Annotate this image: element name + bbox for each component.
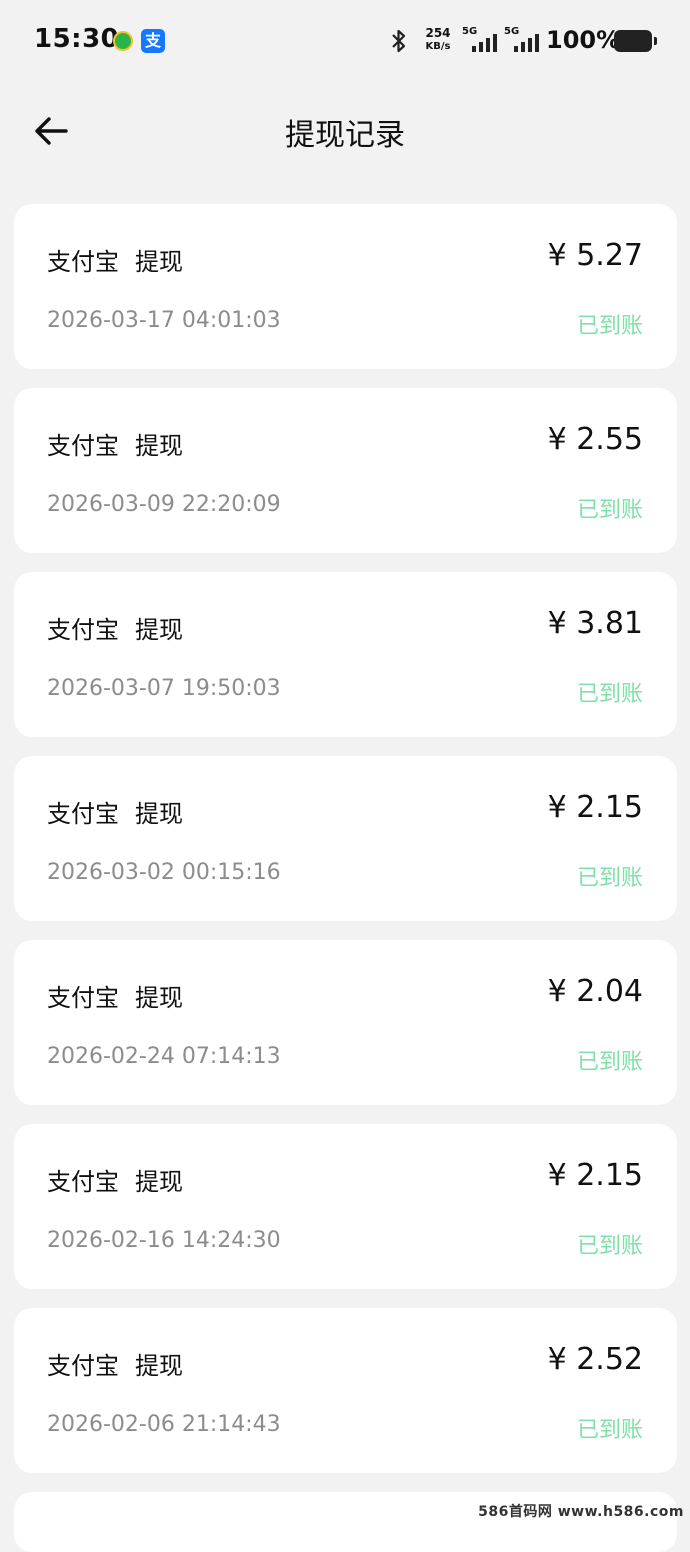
record-method: 支付宝 提现: [47, 978, 183, 1013]
record-card[interactable]: 支付宝 提现 ¥ 2.15 2026-02-16 14:24:30 已到账: [14, 1124, 677, 1289]
record-card[interactable]: 支付宝 提现 ¥ 2.04 2026-02-24 07:14:13 已到账: [14, 940, 677, 1105]
record-status: 已到账: [576, 498, 643, 523]
record-status: 已到账: [576, 314, 643, 339]
signal-sim1-icon: 5G: [462, 26, 500, 54]
withdrawal-record-list[interactable]: 支付宝 提现 ¥ 5.27 2026-03-17 04:01:03 已到账 支付宝…: [14, 204, 677, 1552]
record-action-label: 提现: [135, 616, 183, 644]
record-card[interactable]: 支付宝 提现 ¥ 2.52 2026-02-06 21:14:43 已到账: [14, 1308, 677, 1473]
record-amount: ¥ 2.55: [547, 422, 643, 457]
app-notification-icon: [113, 31, 133, 51]
battery-icon: [614, 30, 657, 52]
record-method-label: 支付宝: [47, 616, 119, 644]
status-bar: 15:30 支 254 KB/s 5G 5G 100%: [0, 0, 690, 84]
record-time: 2026-03-07 19:50:03: [47, 676, 281, 701]
page-title: 提现记录: [285, 118, 405, 153]
network-speed-value: 254: [425, 26, 451, 40]
record-method-label: 支付宝: [47, 800, 119, 828]
record-status: 已到账: [576, 1418, 643, 1443]
record-method: 支付宝 提现: [47, 1162, 183, 1197]
record-time: 2026-03-17 04:01:03: [47, 308, 281, 333]
record-method-label: 支付宝: [47, 432, 119, 460]
record-status: 已到账: [576, 1050, 643, 1075]
record-amount: ¥ 5.27: [547, 238, 643, 273]
record-amount: ¥ 3.81: [547, 606, 643, 641]
watermark: 586首码网 www.h586.com: [478, 1504, 684, 1520]
record-time: 2026-02-24 07:14:13: [47, 1044, 281, 1069]
record-method: 支付宝 提现: [47, 242, 183, 277]
record-card[interactable]: 支付宝 提现 ¥ 3.81 2026-03-07 19:50:03 已到账: [14, 572, 677, 737]
record-method: 支付宝 提现: [47, 794, 183, 829]
record-status: 已到账: [576, 682, 643, 707]
record-card[interactable]: 支付宝 提现 ¥ 2.55 2026-03-09 22:20:09 已到账: [14, 388, 677, 553]
record-method-label: 支付宝: [47, 1168, 119, 1196]
record-amount: ¥ 2.15: [547, 790, 643, 825]
record-method-label: 支付宝: [47, 984, 119, 1012]
record-time: 2026-02-06 21:14:43: [47, 1412, 281, 1437]
record-action-label: 提现: [135, 1168, 183, 1196]
record-amount: ¥ 2.15: [547, 1158, 643, 1193]
signal-sim2-icon: 5G: [504, 26, 542, 54]
record-time: 2026-03-09 22:20:09: [47, 492, 281, 517]
record-action-label: 提现: [135, 432, 183, 460]
record-method-label: 支付宝: [47, 248, 119, 276]
status-time: 15:30: [34, 24, 120, 54]
record-action-label: 提现: [135, 1352, 183, 1380]
record-method: 支付宝 提现: [47, 610, 183, 645]
record-card[interactable]: 支付宝 提现 ¥ 5.27 2026-03-17 04:01:03 已到账: [14, 204, 677, 369]
record-card[interactable]: 支付宝 提现 ¥ 2.15 2026-03-02 00:15:16 已到账: [14, 756, 677, 921]
record-amount: ¥ 2.52: [547, 1342, 643, 1377]
record-time: 2026-03-02 00:15:16: [47, 860, 281, 885]
record-method: 支付宝 提现: [47, 426, 183, 461]
record-status: 已到账: [576, 866, 643, 891]
network-speed: 254 KB/s: [421, 27, 455, 53]
record-method: 支付宝 提现: [47, 1346, 183, 1381]
record-action-label: 提现: [135, 984, 183, 1012]
bluetooth-icon: [392, 29, 406, 53]
record-status: 已到账: [576, 1234, 643, 1259]
record-action-label: 提现: [135, 800, 183, 828]
record-method-label: 支付宝: [47, 1352, 119, 1380]
battery-percent: 100%: [546, 26, 621, 54]
record-time: 2026-02-16 14:24:30: [47, 1228, 281, 1253]
record-action-label: 提现: [135, 248, 183, 276]
network-speed-unit: KB/s: [425, 41, 451, 52]
record-amount: ¥ 2.04: [547, 974, 643, 1009]
alipay-notification-icon: 支: [141, 29, 165, 53]
